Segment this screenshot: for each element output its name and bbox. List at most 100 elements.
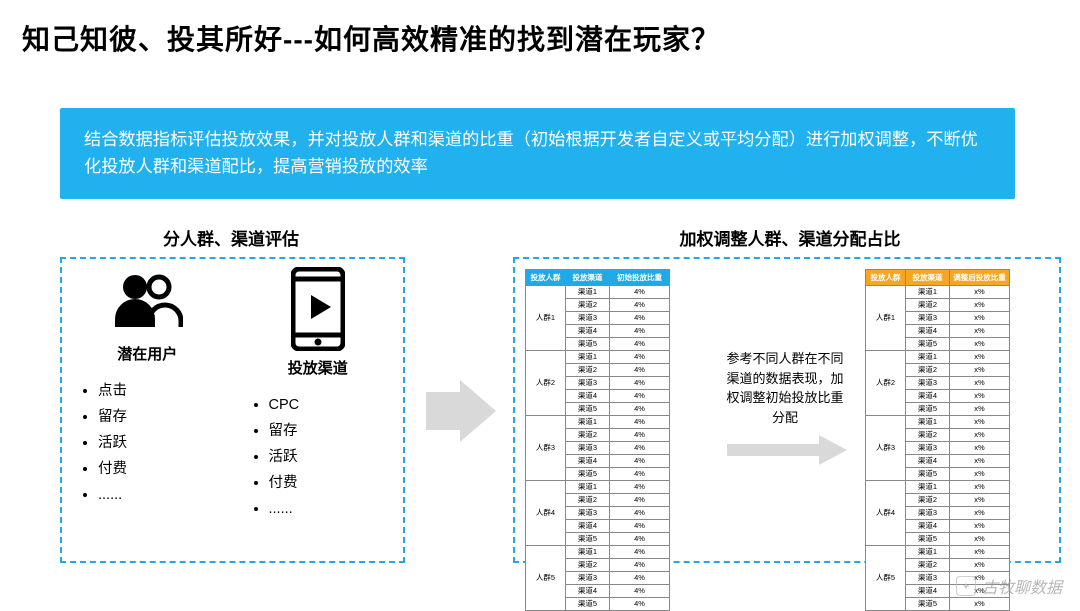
value-cell: x% [950, 364, 1010, 377]
value-cell: 4% [610, 546, 670, 559]
value-cell: x% [950, 494, 1010, 507]
channel-cell: 渠道3 [566, 377, 610, 390]
wechat-icon: ✦ [956, 576, 976, 596]
channel-cell: 渠道3 [906, 442, 950, 455]
group-cell: 人群3 [526, 416, 566, 481]
channel-cell: 渠道1 [906, 481, 950, 494]
channel-cell: 渠道3 [906, 572, 950, 585]
channel-cell: 渠道3 [566, 507, 610, 520]
channel-cell: 渠道4 [566, 520, 610, 533]
th: 投放渠道 [566, 270, 610, 286]
channel-cell: 渠道2 [566, 364, 610, 377]
table-row: 人群5渠道14% [526, 546, 670, 559]
channel-cell: 渠道3 [566, 572, 610, 585]
list-item: 活跃 [98, 430, 127, 456]
value-cell: x% [950, 468, 1010, 481]
value-cell: 4% [610, 481, 670, 494]
table-row: 人群3渠道1x% [866, 416, 1010, 429]
potential-users-label: 潜在用户 [117, 343, 177, 364]
group-cell: 人群5 [526, 546, 566, 611]
watermark-text: 古牧聊数据 [982, 574, 1062, 598]
value-cell: x% [950, 442, 1010, 455]
group-cell: 人群2 [866, 351, 906, 416]
channel-cell: 渠道5 [566, 533, 610, 546]
th: 投放人群 [526, 270, 566, 286]
channel-cell: 渠道3 [906, 312, 950, 325]
value-cell: 4% [610, 520, 670, 533]
channels-metrics: CPC 留存 活跃 付费 ...... [247, 392, 300, 522]
channel-cell: 渠道5 [906, 403, 950, 416]
channel-cell: 渠道1 [566, 481, 610, 494]
users-icon [111, 271, 183, 329]
group-cell: 人群4 [526, 481, 566, 546]
channel-cell: 渠道5 [566, 598, 610, 611]
potential-users-metrics: 点击 留存 活跃 付费 ...... [76, 378, 127, 508]
potential-users-column: 潜在用户 点击 留存 活跃 付费 ...... [62, 259, 233, 561]
value-cell: 4% [610, 377, 670, 390]
channel-cell: 渠道5 [566, 468, 610, 481]
value-cell: 4% [610, 325, 670, 338]
channel-cell: 渠道2 [566, 494, 610, 507]
channel-cell: 渠道2 [566, 559, 610, 572]
group-cell: 人群4 [866, 481, 906, 546]
table-row: 人群2渠道14% [526, 351, 670, 364]
th: 投放人群 [866, 270, 906, 286]
group-cell: 人群1 [866, 286, 906, 351]
value-cell: 4% [610, 390, 670, 403]
watermark: ✦ 古牧聊数据 [956, 574, 1062, 598]
group-cell: 人群5 [866, 546, 906, 611]
group-cell: 人群2 [526, 351, 566, 416]
channel-cell: 渠道2 [906, 299, 950, 312]
value-cell: x% [950, 520, 1010, 533]
value-cell: 4% [610, 533, 670, 546]
value-cell: 4% [610, 468, 670, 481]
channel-cell: 渠道4 [906, 390, 950, 403]
value-cell: x% [950, 546, 1010, 559]
channel-cell: 渠道5 [566, 403, 610, 416]
value-cell: x% [950, 312, 1010, 325]
table-row: 人群5渠道1x% [866, 546, 1010, 559]
channel-cell: 渠道3 [906, 377, 950, 390]
value-cell: 4% [610, 507, 670, 520]
table-row: 人群1渠道14% [526, 286, 670, 299]
channel-cell: 渠道2 [906, 494, 950, 507]
list-item: CPC [269, 392, 300, 418]
channel-cell: 渠道4 [906, 520, 950, 533]
value-cell: 4% [610, 572, 670, 585]
channel-cell: 渠道1 [906, 416, 950, 429]
value-cell: 4% [610, 442, 670, 455]
list-item: ...... [269, 496, 300, 522]
channel-cell: 渠道4 [906, 455, 950, 468]
channel-cell: 渠道5 [906, 338, 950, 351]
value-cell: x% [950, 351, 1010, 364]
channel-cell: 渠道4 [906, 325, 950, 338]
channel-cell: 渠道2 [906, 559, 950, 572]
value-cell: 4% [610, 338, 670, 351]
channel-cell: 渠道2 [566, 299, 610, 312]
arrow-right-icon [727, 435, 847, 465]
list-item: 付费 [269, 470, 300, 496]
channel-cell: 渠道4 [566, 455, 610, 468]
value-cell: 4% [610, 351, 670, 364]
left-section-title: 分人群、渠道评估 [66, 225, 396, 250]
arrow-right-icon [426, 380, 496, 442]
weighting-panel: 投放人群 投放渠道 初始投放比重 人群1渠道14%渠道24%渠道34%渠道44%… [513, 257, 1061, 563]
value-cell: x% [950, 455, 1010, 468]
channel-cell: 渠道1 [906, 351, 950, 364]
list-item: 付费 [98, 456, 127, 482]
evaluation-panel: 潜在用户 点击 留存 活跃 付费 ...... 投放渠道 CPC 留存 活跃 付… [60, 257, 405, 563]
channel-cell: 渠道3 [566, 312, 610, 325]
value-cell: x% [950, 598, 1010, 611]
channel-cell: 渠道1 [566, 416, 610, 429]
initial-weight-table: 投放人群 投放渠道 初始投放比重 人群1渠道14%渠道24%渠道34%渠道44%… [525, 269, 670, 611]
list-item: 留存 [269, 418, 300, 444]
value-cell: 4% [610, 403, 670, 416]
table-row: 人群1渠道1x% [866, 286, 1010, 299]
channel-cell: 渠道4 [566, 325, 610, 338]
channels-label: 投放渠道 [288, 357, 348, 378]
channel-cell: 渠道1 [566, 351, 610, 364]
th: 调整后投放比重 [950, 270, 1010, 286]
value-cell: x% [950, 377, 1010, 390]
group-cell: 人群3 [866, 416, 906, 481]
channel-cell: 渠道1 [906, 546, 950, 559]
